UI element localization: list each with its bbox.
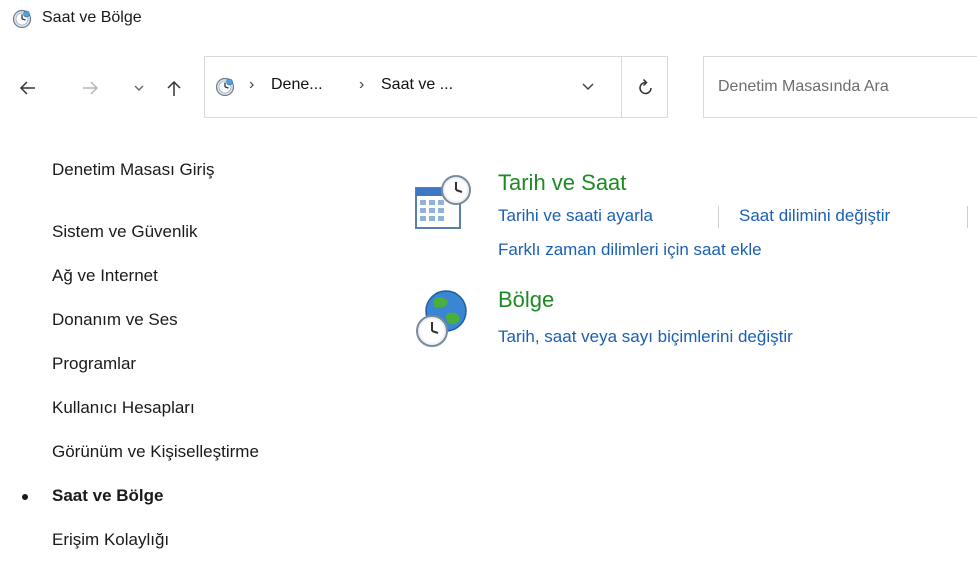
control-panel-clock-icon	[12, 9, 32, 29]
refresh-icon[interactable]	[637, 77, 655, 97]
search-box[interactable]	[703, 56, 977, 118]
breadcrumb-item[interactable]: Dene...	[271, 76, 323, 94]
sidebar-item-clock-region[interactable]: Saat ve Bölge	[52, 486, 164, 506]
up-button[interactable]	[164, 78, 184, 98]
control-panel-clock-icon	[215, 77, 235, 97]
calendar-clock-icon[interactable]	[412, 170, 476, 234]
address-bar[interactable]: › Dene... › Saat ve ...	[204, 56, 668, 118]
section-title-date-time[interactable]: Tarih ve Saat	[498, 170, 626, 196]
sidebar-item-user-accounts[interactable]: Kullanıcı Hesapları	[52, 398, 195, 418]
address-bar-divider	[621, 57, 622, 117]
search-input[interactable]	[718, 75, 968, 99]
recent-locations-button[interactable]	[132, 78, 146, 98]
forward-button[interactable]	[80, 78, 100, 98]
sidebar-item-programs[interactable]: Programlar	[52, 354, 136, 374]
breadcrumb-separator: ›	[359, 76, 365, 93]
link-change-formats[interactable]: Tarih, saat veya sayı biçimlerini değişt…	[498, 327, 793, 347]
up-arrow-icon	[167, 80, 181, 96]
sidebar: Denetim Masası Giriş Sistem ve Güvenlik …	[0, 140, 380, 566]
link-separator	[718, 206, 719, 228]
sidebar-item-system-security[interactable]: Sistem ve Güvenlik	[52, 222, 198, 242]
globe-clock-icon[interactable]	[412, 287, 476, 351]
link-separator	[967, 206, 968, 228]
link-change-time-zone[interactable]: Saat dilimini değiştir	[739, 206, 890, 226]
title-bar: Saat ve Bölge	[0, 0, 977, 40]
section-title-region[interactable]: Bölge	[498, 287, 554, 313]
breadcrumb-separator: ›	[249, 76, 255, 93]
back-button[interactable]	[18, 78, 38, 98]
back-arrow-icon	[19, 81, 35, 95]
forward-arrow-icon	[83, 81, 99, 95]
sidebar-item-ease-of-access[interactable]: Erişim Kolaylığı	[52, 530, 169, 550]
chevron-down-icon[interactable]	[579, 77, 597, 95]
sidebar-item-network-internet[interactable]: Ağ ve Internet	[52, 266, 158, 286]
section-date-time: Tarih ve Saat Tarihi ve saati ayarla Saa…	[412, 170, 977, 270]
active-bullet	[22, 494, 28, 500]
section-region: Bölge Tarih, saat veya sayı biçimlerini …	[412, 287, 977, 357]
window-title: Saat ve Bölge	[42, 9, 142, 26]
chevron-down-icon	[134, 85, 144, 91]
sidebar-item-appearance[interactable]: Görünüm ve Kişiselleştirme	[52, 442, 259, 462]
link-set-date-time[interactable]: Tarihi ve saati ayarla	[498, 206, 653, 226]
sidebar-item-home[interactable]: Denetim Masası Giriş	[52, 160, 214, 180]
sidebar-item-hardware-sound[interactable]: Donanım ve Ses	[52, 310, 178, 330]
link-add-clocks[interactable]: Farklı zaman dilimleri için saat ekle	[498, 240, 762, 260]
breadcrumb-item[interactable]: Saat ve ...	[381, 76, 453, 94]
